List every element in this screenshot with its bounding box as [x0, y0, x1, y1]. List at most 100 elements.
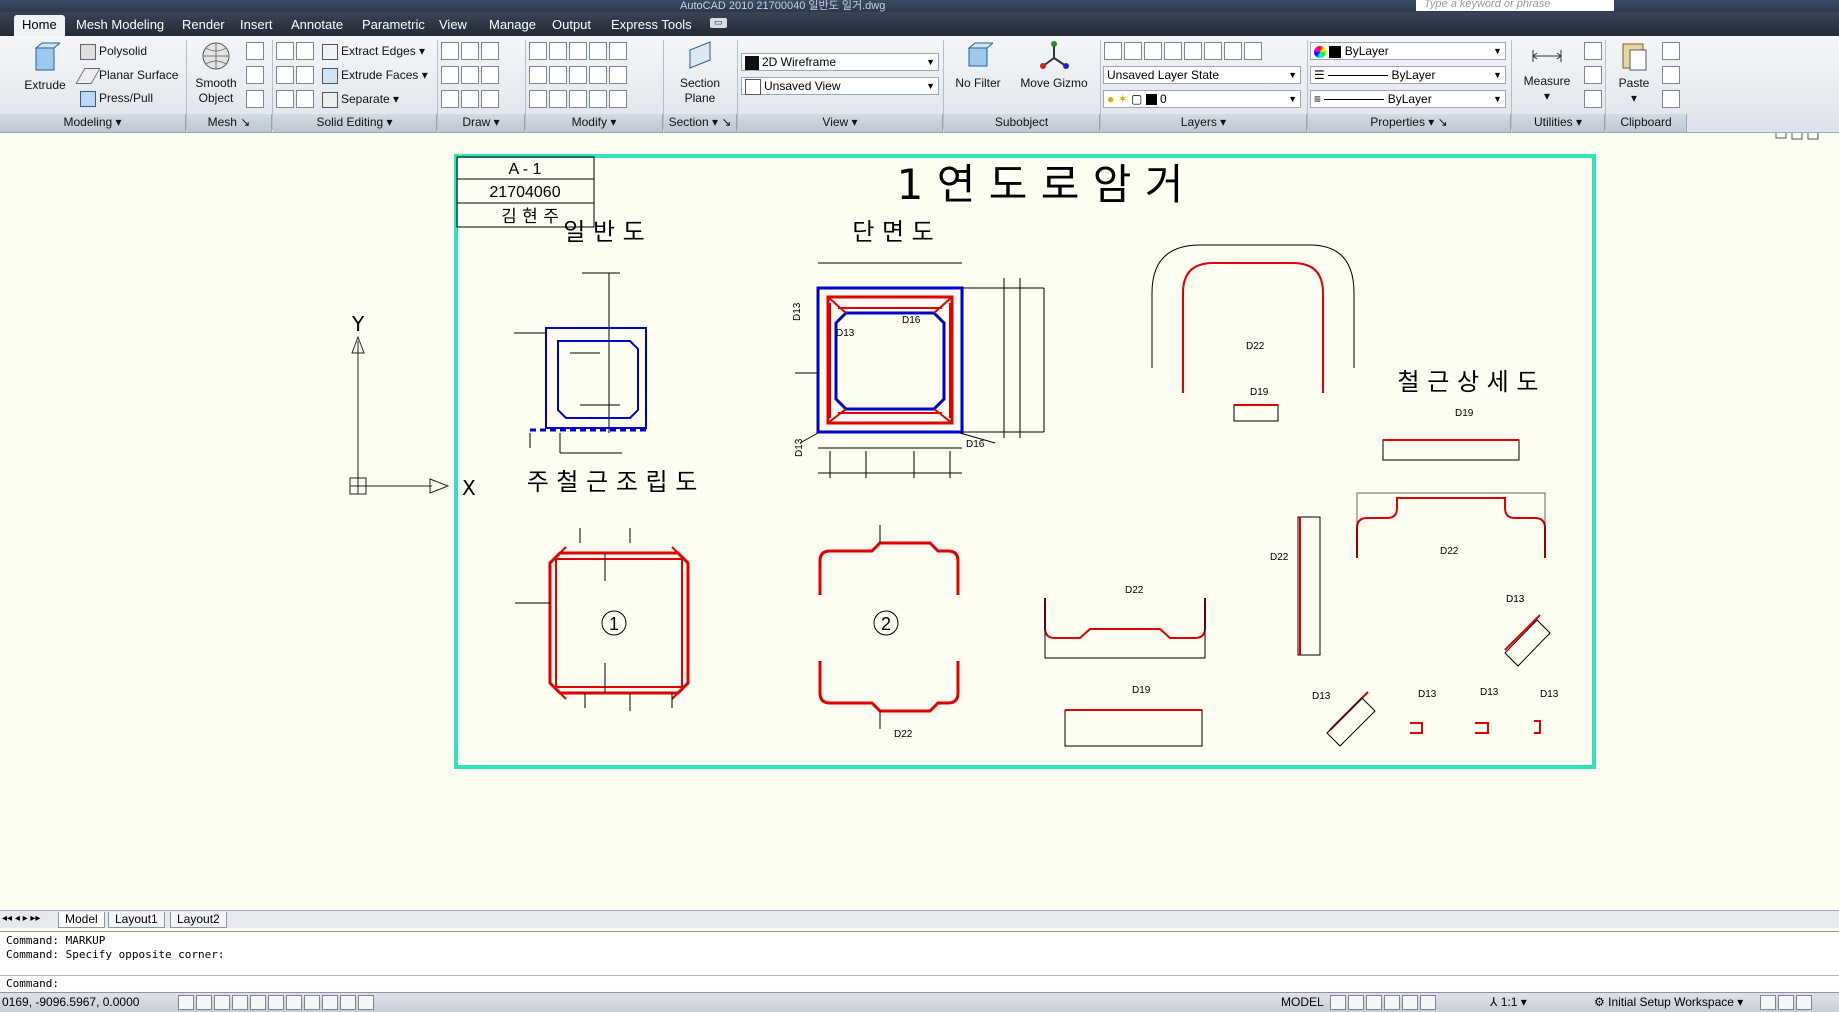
mesh-tool-3[interactable]	[246, 90, 266, 108]
restore-icon[interactable]	[1791, 133, 1803, 140]
panel-section[interactable]: Section ▾ ↘	[664, 114, 737, 132]
tab-home[interactable]: Home	[14, 15, 65, 36]
visual-style-select[interactable]: 2D Wireframe ▼	[741, 53, 939, 71]
quick-select-button[interactable]	[1584, 42, 1604, 60]
quick-view-drawings-icon[interactable]	[1348, 995, 1364, 1011]
polysolid-button[interactable]: Polysolid	[80, 44, 147, 60]
3d-osnap-icon[interactable]	[268, 995, 284, 1011]
snap-icon[interactable]	[178, 995, 194, 1011]
linetype-select[interactable]: ☰ ByLayer ▼	[1310, 66, 1506, 84]
current-layer-select[interactable]: ● ✶ ▢ 0 ▼	[1103, 90, 1301, 108]
viewport-controls[interactable]	[1775, 133, 1819, 140]
planar-surface-button[interactable]: Planar Surface	[75, 68, 178, 84]
mesh-tool-1[interactable]	[246, 42, 266, 60]
panel-solid-editing[interactable]: Solid Editing ▾	[273, 114, 437, 132]
extrude-faces-button[interactable]: Extrude Faces ▾	[322, 68, 428, 84]
tab-mesh-modeling[interactable]: Mesh Modeling	[68, 15, 172, 36]
no-filter-button[interactable]: No Filter	[950, 40, 1006, 91]
separate-button[interactable]: Separate ▾	[322, 92, 399, 108]
tray-icons[interactable]	[1760, 995, 1814, 1011]
showmotion-icon[interactable]	[1420, 995, 1436, 1011]
panel-draw[interactable]: Draw ▾	[438, 114, 525, 132]
mesh-tool-2[interactable]	[246, 66, 266, 84]
draw-tools-row3[interactable]	[441, 90, 501, 108]
tab-model[interactable]: Model	[58, 912, 105, 928]
section-plane-button[interactable]: Section Plane	[672, 40, 728, 106]
modify-tools-row2[interactable]	[529, 66, 629, 84]
select-all-button[interactable]	[1584, 66, 1604, 84]
panel-layers[interactable]: Layers ▾	[1101, 114, 1307, 132]
command-input[interactable]: Command:	[0, 975, 1839, 991]
union-button[interactable]	[276, 42, 316, 60]
polar-icon[interactable]	[232, 995, 248, 1011]
extrude-button[interactable]: Extrude	[22, 42, 68, 93]
panel-properties[interactable]: Properties ▾ ↘	[1308, 114, 1511, 132]
tab-annotate[interactable]: Annotate	[283, 15, 351, 36]
tab-output[interactable]: Output	[544, 15, 599, 36]
modify-tools-row3[interactable]	[529, 90, 629, 108]
hardware-acceleration-icon[interactable]	[1778, 995, 1794, 1011]
intersect-button[interactable]	[276, 90, 316, 108]
coordinate-readout[interactable]: 0169, -9096.5967, 0.0000	[2, 995, 139, 1010]
tab-render[interactable]: Render	[174, 15, 233, 36]
layer-state-select[interactable]: Unsaved Layer State ▼	[1103, 66, 1301, 84]
ortho-icon[interactable]	[214, 995, 230, 1011]
draw-tools-row1[interactable]	[441, 42, 501, 60]
panel-clipboard[interactable]: Clipboard	[1606, 114, 1687, 132]
close-icon[interactable]	[1807, 133, 1819, 140]
drafting-toggles[interactable]	[178, 995, 376, 1011]
subtract-button[interactable]	[276, 66, 316, 84]
grid-icon[interactable]	[196, 995, 212, 1011]
layer-tools-row[interactable]	[1104, 42, 1264, 60]
osnap-icon[interactable]	[250, 995, 266, 1011]
panel-modeling[interactable]: Modeling ▾	[0, 114, 186, 132]
steering-wheel-icon[interactable]	[1402, 995, 1418, 1011]
panel-mesh[interactable]: Mesh ↘	[187, 114, 272, 132]
tab-express-tools[interactable]: Express Tools	[603, 15, 700, 36]
extract-edges-button[interactable]: Extract Edges ▾	[322, 44, 425, 60]
panel-utilities[interactable]: Utilities ▾	[1512, 114, 1605, 132]
paste-button[interactable]: Paste ▾	[1612, 40, 1656, 106]
zoom-icon[interactable]	[1384, 995, 1400, 1011]
modify-tools-row1[interactable]	[529, 42, 629, 60]
tab-layout1[interactable]: Layout1	[108, 912, 165, 928]
panel-view[interactable]: View ▾	[738, 114, 943, 132]
named-view-select[interactable]: Unsaved View ▼	[741, 77, 939, 95]
otrack-icon[interactable]	[286, 995, 302, 1011]
press-pull-button[interactable]: Press/Pull	[80, 91, 153, 107]
color-select[interactable]: ByLayer ▼	[1310, 42, 1506, 60]
pan-icon[interactable]	[1366, 995, 1382, 1011]
view-toggles[interactable]	[1330, 995, 1438, 1011]
tab-parametric[interactable]: Parametric	[354, 15, 433, 36]
dyn-icon[interactable]	[322, 995, 338, 1011]
move-gizmo-button[interactable]: Move Gizmo	[1014, 40, 1094, 91]
tab-layout2[interactable]: Layout2	[170, 912, 227, 928]
minimize-icon[interactable]	[1775, 133, 1787, 139]
quick-view-layouts-icon[interactable]	[1330, 995, 1346, 1011]
draw-tools-row2[interactable]	[441, 66, 501, 84]
model-space-label[interactable]: MODEL	[1281, 995, 1324, 1010]
clean-screen-icon[interactable]	[1796, 995, 1812, 1011]
tab-view[interactable]: View	[431, 15, 475, 36]
lineweight-toggle-icon[interactable]	[340, 995, 356, 1011]
drawing-canvas[interactable]: Y X A - 1 21704060 김 현 주 1 연 도 로 암 거 일 반…	[0, 133, 1839, 910]
match-button[interactable]	[1662, 90, 1682, 108]
copy-clip-button[interactable]	[1662, 66, 1682, 84]
quick-properties-icon[interactable]	[358, 995, 374, 1011]
ducs-icon[interactable]	[304, 995, 320, 1011]
search-input[interactable]: Type a keyword or phrase	[1416, 0, 1614, 11]
tab-manage[interactable]: Manage	[481, 15, 544, 36]
cut-button[interactable]	[1662, 42, 1682, 60]
measure-button[interactable]: Measure ▾	[1518, 42, 1576, 104]
panel-subobject[interactable]: Subobject	[944, 114, 1100, 132]
tab-insert[interactable]: Insert	[232, 15, 281, 36]
layout-nav-arrows[interactable]: ◂◂ ◂ ▸ ▸▸	[2, 911, 40, 926]
calculator-button[interactable]	[1584, 90, 1604, 108]
workspace-switcher[interactable]: ⚙ Initial Setup Workspace ▾	[1594, 995, 1743, 1010]
lineweight-select[interactable]: ≡ ByLayer ▼	[1310, 90, 1506, 108]
annotation-scale[interactable]: ⅄ 1:1 ▾	[1490, 995, 1527, 1010]
lock-icon[interactable]	[1760, 995, 1776, 1011]
smooth-object-button[interactable]: Smooth Object	[192, 40, 240, 106]
minimize-ribbon-icon[interactable]: ▭	[710, 18, 727, 28]
panel-modify[interactable]: Modify ▾	[526, 114, 663, 132]
